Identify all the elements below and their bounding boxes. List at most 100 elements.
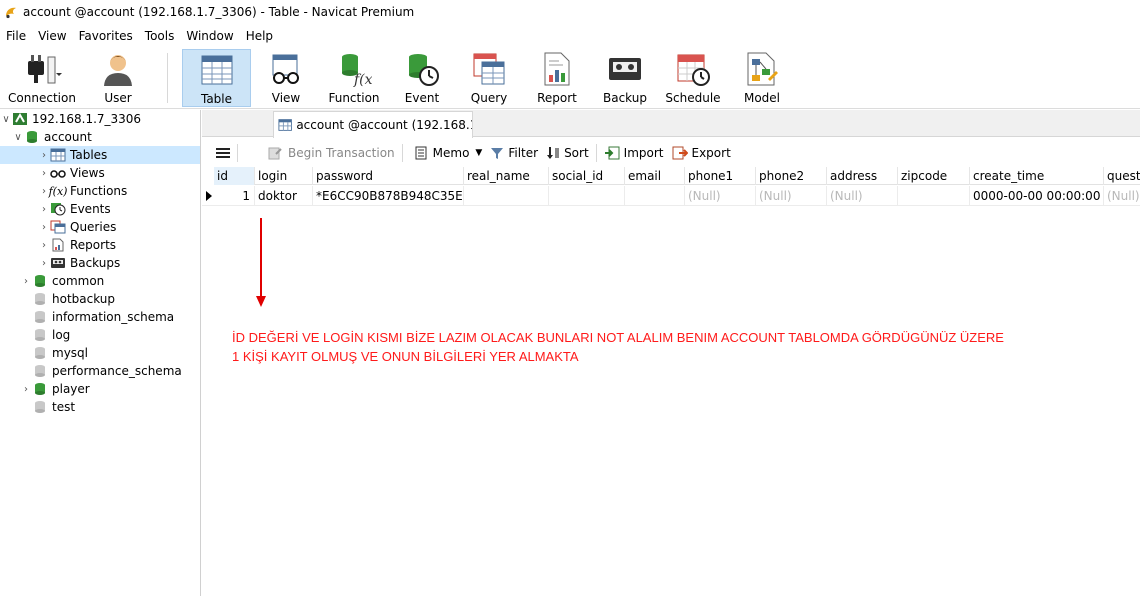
tree-connection[interactable]: ∨ 192.168.1.7_3306: [0, 110, 200, 128]
backup-button[interactable]: Backup: [600, 49, 650, 107]
cell-address[interactable]: (Null): [827, 186, 898, 206]
report-button[interactable]: Report: [534, 49, 580, 107]
chevron-right-icon[interactable]: ›: [38, 150, 50, 161]
connection-button[interactable]: Connection: [6, 49, 78, 107]
tree-item-backups[interactable]: › Backups: [0, 254, 200, 272]
chevron-right-icon[interactable]: ›: [20, 276, 32, 287]
tree-db-mysql[interactable]: mysql: [0, 344, 200, 362]
tree-item-functions[interactable]: › f(x) Functions: [0, 182, 200, 200]
database-name: player: [52, 382, 90, 396]
function-button[interactable]: f(x) Function: [324, 49, 384, 107]
tree-item-views[interactable]: › Views: [0, 164, 200, 182]
tree-db-information-schema[interactable]: information_schema: [0, 308, 200, 326]
column-header-id[interactable]: id: [214, 167, 255, 185]
tree-db-performance-schema[interactable]: performance_schema: [0, 362, 200, 380]
mysql-connection-icon: [12, 112, 28, 126]
cell-social-id[interactable]: [549, 186, 625, 206]
chevron-right-icon[interactable]: ›: [38, 168, 50, 179]
title-bar: account @account (192.168.1.7_3306) - Ta…: [0, 0, 1140, 24]
column-header-zipcode[interactable]: zipcode: [898, 167, 970, 185]
cell-create-time[interactable]: 0000-00-00 00:00:00: [970, 186, 1104, 206]
column-header-phone2[interactable]: phone2: [756, 167, 827, 185]
tree-item-events[interactable]: › Events: [0, 200, 200, 218]
column-header-real-name[interactable]: real_name: [464, 167, 549, 185]
chevron-down-icon[interactable]: ∨: [0, 114, 12, 125]
column-header-password[interactable]: password: [313, 167, 464, 185]
chevron-right-icon[interactable]: ›: [38, 240, 50, 251]
annotation-line-1: İD DEĞERİ VE LOGİN KISMI BİZE LAZIM OLAC…: [232, 330, 1004, 345]
menu-view[interactable]: View: [32, 29, 72, 43]
hamburger-menu-icon[interactable]: [212, 142, 234, 164]
menu-file[interactable]: File: [0, 29, 32, 43]
cell-login[interactable]: doktor: [255, 186, 313, 206]
tab-account-table[interactable]: account @account (192.168.1....: [273, 111, 473, 138]
transaction-icon: [268, 147, 282, 160]
column-header-questi[interactable]: questi: [1104, 167, 1140, 185]
export-button[interactable]: Export: [668, 142, 735, 164]
query-button[interactable]: Query: [466, 49, 512, 107]
column-header-address[interactable]: address: [827, 167, 898, 185]
backup-label: Backup: [603, 91, 647, 105]
database-name: test: [52, 400, 76, 414]
grid-header: id login password real_name social_id em…: [214, 167, 1140, 185]
filter-button[interactable]: Filter: [486, 142, 542, 164]
column-header-create-time[interactable]: create_time: [970, 167, 1104, 185]
tree-item-reports[interactable]: › Reports: [0, 236, 200, 254]
navicat-logo-icon: [6, 7, 16, 19]
menu-window[interactable]: Window: [180, 29, 239, 43]
tree-db-account[interactable]: ∨ account: [0, 128, 200, 146]
model-label: Model: [743, 91, 781, 105]
column-header-email[interactable]: email: [625, 167, 685, 185]
tree-db-test[interactable]: test: [0, 398, 200, 416]
filter-funnel-icon: [491, 148, 504, 159]
menu-tools[interactable]: Tools: [139, 29, 181, 43]
cell-phone1[interactable]: (Null): [685, 186, 756, 206]
chevron-right-icon[interactable]: ›: [38, 222, 50, 233]
tree-item-queries[interactable]: › Queries: [0, 218, 200, 236]
chevron-right-icon[interactable]: ›: [38, 258, 50, 269]
chevron-right-icon[interactable]: ›: [20, 384, 32, 395]
begin-transaction-button[interactable]: Begin Transaction: [263, 142, 399, 164]
column-header-login[interactable]: login: [255, 167, 313, 185]
sort-button[interactable]: Sort: [542, 142, 593, 164]
chevron-right-icon[interactable]: ›: [38, 204, 50, 215]
tree-db-common[interactable]: › common: [0, 272, 200, 290]
cell-phone2[interactable]: (Null): [756, 186, 827, 206]
cell-questi[interactable]: (Null): [1104, 186, 1140, 206]
plug-icon: [22, 49, 62, 89]
cell-email[interactable]: [625, 186, 685, 206]
tree-item-label: Views: [70, 166, 105, 180]
tree-db-log[interactable]: log: [0, 326, 200, 344]
schedule-button[interactable]: Schedule: [664, 49, 722, 107]
event-clock-icon: [50, 202, 66, 216]
menu-favorites[interactable]: Favorites: [73, 29, 139, 43]
report-icon: [50, 238, 66, 252]
user-button[interactable]: User: [92, 49, 144, 107]
function-label: Function: [328, 91, 380, 105]
model-button[interactable]: Model: [740, 49, 784, 107]
table-row[interactable]: 1 doktor *E6CC90B878B948C35E92B0 (Null) …: [202, 186, 1140, 206]
event-button[interactable]: Event: [396, 49, 448, 107]
view-button[interactable]: View: [258, 49, 314, 107]
cell-real-name[interactable]: [464, 186, 549, 206]
cell-id[interactable]: 1: [214, 186, 255, 206]
chevron-down-icon[interactable]: ∨: [12, 132, 24, 143]
table-icon: [197, 50, 237, 90]
cell-zipcode[interactable]: [898, 186, 970, 206]
tree-item-tables[interactable]: › Tables: [0, 146, 200, 164]
database-name: hotbackup: [52, 292, 116, 306]
memo-button[interactable]: Memo ▼: [410, 142, 487, 164]
tree-db-hotbackup[interactable]: hotbackup: [0, 290, 200, 308]
table-button[interactable]: Table: [182, 49, 251, 107]
connection-label: Connection: [8, 91, 76, 105]
database-inactive-icon: [32, 328, 48, 342]
database-name: account: [44, 130, 92, 144]
import-button[interactable]: Import: [600, 142, 668, 164]
memo-label: Memo: [432, 146, 470, 160]
column-header-social-id[interactable]: social_id: [549, 167, 625, 185]
import-label: Import: [623, 146, 664, 160]
column-header-phone1[interactable]: phone1: [685, 167, 756, 185]
cell-password[interactable]: *E6CC90B878B948C35E92B0: [313, 186, 464, 206]
tree-db-player[interactable]: › player: [0, 380, 200, 398]
menu-help[interactable]: Help: [240, 29, 279, 43]
